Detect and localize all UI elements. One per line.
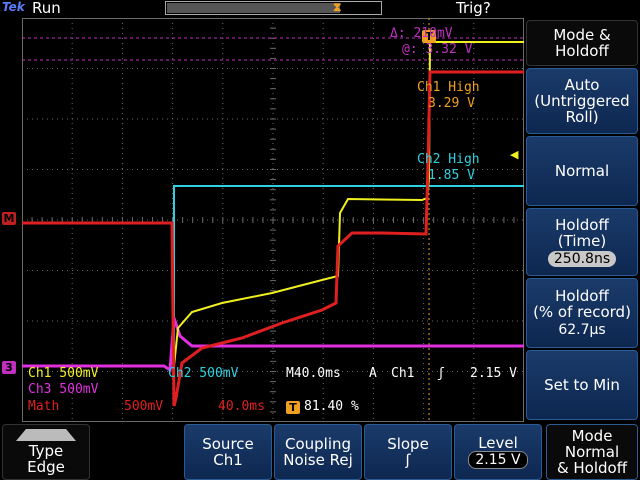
trigger-state: Trig? xyxy=(456,0,491,17)
menu-tab-icon xyxy=(16,429,76,441)
side-title-line1: Mode & xyxy=(553,26,611,44)
record-position-bar xyxy=(165,1,382,15)
slope-button[interactable]: Slope ʃ xyxy=(364,424,452,480)
side-menu-title: Mode & Holdoff xyxy=(526,20,638,66)
type-value: Edge xyxy=(27,458,65,476)
math-label: Math xyxy=(28,399,60,414)
ch1-high-value: 3.29 V xyxy=(428,96,475,111)
auto-line2: (Untriggered xyxy=(534,92,630,110)
ch1-scale-readout: Ch1 500mV xyxy=(28,366,99,381)
cursor-delta-readout: Δ: 210mV xyxy=(390,26,453,41)
set-to-min-label: Set to Min xyxy=(544,376,620,394)
normal-label: Normal xyxy=(554,162,610,180)
slope-icon: ʃ xyxy=(405,451,411,469)
auto-line3: Roll) xyxy=(565,108,599,126)
holdoff-time-button[interactable]: Holdoff (Time) 250.8ns xyxy=(526,208,638,276)
source-label: Source xyxy=(202,435,254,453)
trigger-mode-readout: A xyxy=(369,366,377,381)
trigger-slope-icon: ʃ xyxy=(437,366,445,381)
auto-line1: Auto xyxy=(564,76,600,94)
brand-logo: Tek xyxy=(2,0,25,14)
holdoff-pct-value: 62.7µs xyxy=(558,322,606,338)
mode-line2: Normal xyxy=(564,443,620,461)
coupling-label: Coupling xyxy=(284,435,352,453)
normal-mode-button[interactable]: Normal xyxy=(526,136,638,206)
type-edge-button[interactable]: Type Edge xyxy=(2,424,90,480)
waveform-display[interactable] xyxy=(22,18,524,422)
ch3-ground-marker[interactable]: 3 xyxy=(2,361,16,374)
source-button[interactable]: Source Ch1 xyxy=(184,424,272,480)
holdoff-pct-line2: (% of record) xyxy=(533,303,631,321)
ch2-waveform xyxy=(173,185,524,366)
holdoff-time-line1: Holdoff xyxy=(555,216,609,234)
trigger-level-arrow-icon: ◀ xyxy=(510,148,519,161)
math-ground-marker[interactable]: M xyxy=(2,212,16,225)
graticule xyxy=(22,18,524,422)
trigger-position-icon: ⧗ xyxy=(333,0,342,14)
cursor-at-readout: @: 3.32 V xyxy=(402,42,473,57)
mode-line3: & Holdoff xyxy=(556,459,628,477)
math-time-readout: 40.0ms xyxy=(218,399,265,414)
trigger-level-readout: 2.15 V xyxy=(470,366,517,381)
holdoff-percent-button[interactable]: Holdoff (% of record) 62.7µs xyxy=(526,278,638,348)
trigger-position-readout: 81.40 % xyxy=(304,399,359,414)
ch1-high-label: Ch1 High xyxy=(417,80,480,95)
coupling-value: Noise Rej xyxy=(283,451,353,469)
mode-holdoff-button[interactable]: Mode Normal & Holdoff xyxy=(546,424,638,480)
coupling-button[interactable]: Coupling Noise Rej xyxy=(274,424,362,480)
side-title-line2: Holdoff xyxy=(555,42,609,60)
holdoff-pct-line1: Holdoff xyxy=(555,287,609,305)
ch3-scale-readout: Ch3 500mV xyxy=(28,382,99,397)
source-value: Ch1 xyxy=(213,451,243,469)
level-label: Level xyxy=(478,434,518,452)
auto-mode-button[interactable]: Auto (Untriggered Roll) xyxy=(526,68,638,134)
mode-line1: Mode xyxy=(571,427,613,445)
ch2-scale-readout: Ch2 500mV xyxy=(168,366,239,381)
slope-label: Slope xyxy=(387,435,429,453)
timebase-readout: M40.0ms xyxy=(286,366,341,381)
trigger-position-marker: T xyxy=(286,401,300,414)
holdoff-time-value: 250.8ns xyxy=(547,251,617,267)
holdoff-time-line2: (Time) xyxy=(557,232,607,250)
record-position-fill xyxy=(167,3,340,13)
level-value: 2.15 V xyxy=(468,451,528,469)
type-label: Type xyxy=(28,442,64,460)
set-to-min-button[interactable]: Set to Min xyxy=(526,350,638,420)
ch2-high-value: 1.85 V xyxy=(428,168,475,183)
run-state: Run xyxy=(32,0,61,17)
trigger-source-readout: Ch1 xyxy=(391,366,415,381)
ch2-high-label: Ch2 High xyxy=(417,152,480,167)
level-button[interactable]: Level 2.15 V xyxy=(454,424,542,480)
math-scale-readout: 500mV xyxy=(124,399,164,414)
